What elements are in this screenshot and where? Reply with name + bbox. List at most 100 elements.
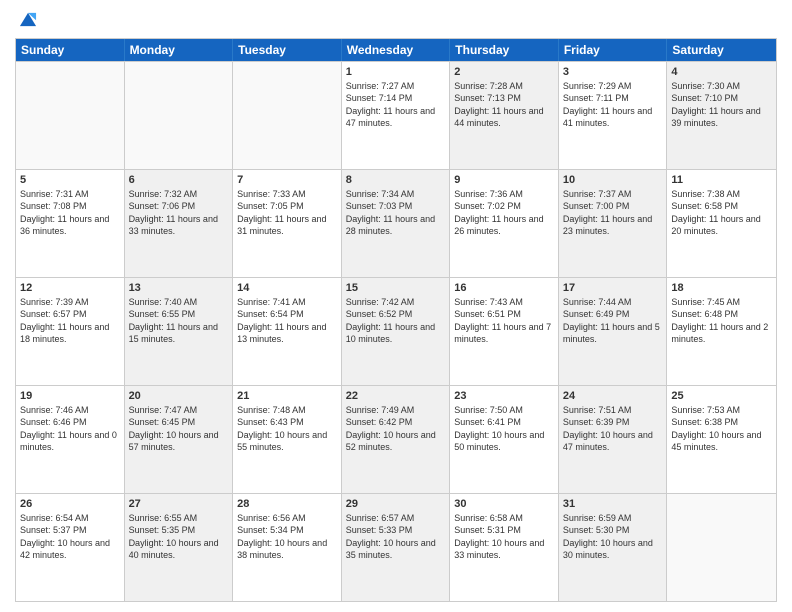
calendar-cell: 4Sunrise: 7:30 AM Sunset: 7:10 PM Daylig…: [667, 62, 776, 169]
calendar-cell: 17Sunrise: 7:44 AM Sunset: 6:49 PM Dayli…: [559, 278, 668, 385]
calendar-cell: [667, 494, 776, 601]
day-number: 21: [237, 389, 337, 403]
logo-icon: [17, 10, 39, 32]
calendar-cell: 7Sunrise: 7:33 AM Sunset: 7:05 PM Daylig…: [233, 170, 342, 277]
cell-info: Sunrise: 7:41 AM Sunset: 6:54 PM Dayligh…: [237, 296, 337, 345]
cell-info: Sunrise: 7:48 AM Sunset: 6:43 PM Dayligh…: [237, 404, 337, 453]
calendar-week-3: 19Sunrise: 7:46 AM Sunset: 6:46 PM Dayli…: [16, 385, 776, 493]
cell-info: Sunrise: 7:43 AM Sunset: 6:51 PM Dayligh…: [454, 296, 554, 345]
calendar-cell: 10Sunrise: 7:37 AM Sunset: 7:00 PM Dayli…: [559, 170, 668, 277]
day-number: 1: [346, 65, 446, 79]
header-cell-thursday: Thursday: [450, 39, 559, 61]
day-number: 22: [346, 389, 446, 403]
day-number: 30: [454, 497, 554, 511]
calendar-week-4: 26Sunrise: 6:54 AM Sunset: 5:37 PM Dayli…: [16, 493, 776, 601]
cell-info: Sunrise: 7:28 AM Sunset: 7:13 PM Dayligh…: [454, 80, 554, 129]
cell-info: Sunrise: 6:59 AM Sunset: 5:30 PM Dayligh…: [563, 512, 663, 561]
calendar-cell: [125, 62, 234, 169]
day-number: 5: [20, 173, 120, 187]
day-number: 20: [129, 389, 229, 403]
day-number: 6: [129, 173, 229, 187]
cell-info: Sunrise: 7:34 AM Sunset: 7:03 PM Dayligh…: [346, 188, 446, 237]
calendar-cell: 12Sunrise: 7:39 AM Sunset: 6:57 PM Dayli…: [16, 278, 125, 385]
calendar-cell: 15Sunrise: 7:42 AM Sunset: 6:52 PM Dayli…: [342, 278, 451, 385]
cell-info: Sunrise: 7:46 AM Sunset: 6:46 PM Dayligh…: [20, 404, 120, 453]
page: SundayMondayTuesdayWednesdayThursdayFrid…: [0, 0, 792, 612]
cell-info: Sunrise: 7:27 AM Sunset: 7:14 PM Dayligh…: [346, 80, 446, 129]
calendar-week-0: 1Sunrise: 7:27 AM Sunset: 7:14 PM Daylig…: [16, 61, 776, 169]
cell-info: Sunrise: 7:45 AM Sunset: 6:48 PM Dayligh…: [671, 296, 772, 345]
header-cell-sunday: Sunday: [16, 39, 125, 61]
day-number: 18: [671, 281, 772, 295]
day-number: 27: [129, 497, 229, 511]
cell-info: Sunrise: 6:54 AM Sunset: 5:37 PM Dayligh…: [20, 512, 120, 561]
calendar-cell: 9Sunrise: 7:36 AM Sunset: 7:02 PM Daylig…: [450, 170, 559, 277]
calendar-cell: 13Sunrise: 7:40 AM Sunset: 6:55 PM Dayli…: [125, 278, 234, 385]
cell-info: Sunrise: 7:38 AM Sunset: 6:58 PM Dayligh…: [671, 188, 772, 237]
calendar-cell: 26Sunrise: 6:54 AM Sunset: 5:37 PM Dayli…: [16, 494, 125, 601]
calendar-cell: 23Sunrise: 7:50 AM Sunset: 6:41 PM Dayli…: [450, 386, 559, 493]
calendar-cell: 30Sunrise: 6:58 AM Sunset: 5:31 PM Dayli…: [450, 494, 559, 601]
cell-info: Sunrise: 7:51 AM Sunset: 6:39 PM Dayligh…: [563, 404, 663, 453]
cell-info: Sunrise: 6:58 AM Sunset: 5:31 PM Dayligh…: [454, 512, 554, 561]
calendar-cell: 6Sunrise: 7:32 AM Sunset: 7:06 PM Daylig…: [125, 170, 234, 277]
cell-info: Sunrise: 7:31 AM Sunset: 7:08 PM Dayligh…: [20, 188, 120, 237]
day-number: 10: [563, 173, 663, 187]
day-number: 23: [454, 389, 554, 403]
day-number: 11: [671, 173, 772, 187]
header-cell-friday: Friday: [559, 39, 668, 61]
day-number: 29: [346, 497, 446, 511]
calendar-cell: [233, 62, 342, 169]
header-cell-wednesday: Wednesday: [342, 39, 451, 61]
calendar-week-2: 12Sunrise: 7:39 AM Sunset: 6:57 PM Dayli…: [16, 277, 776, 385]
calendar-cell: 29Sunrise: 6:57 AM Sunset: 5:33 PM Dayli…: [342, 494, 451, 601]
calendar-cell: 1Sunrise: 7:27 AM Sunset: 7:14 PM Daylig…: [342, 62, 451, 169]
calendar-cell: 21Sunrise: 7:48 AM Sunset: 6:43 PM Dayli…: [233, 386, 342, 493]
cell-info: Sunrise: 7:49 AM Sunset: 6:42 PM Dayligh…: [346, 404, 446, 453]
day-number: 9: [454, 173, 554, 187]
day-number: 12: [20, 281, 120, 295]
cell-info: Sunrise: 7:53 AM Sunset: 6:38 PM Dayligh…: [671, 404, 772, 453]
cell-info: Sunrise: 7:36 AM Sunset: 7:02 PM Dayligh…: [454, 188, 554, 237]
calendar-cell: 14Sunrise: 7:41 AM Sunset: 6:54 PM Dayli…: [233, 278, 342, 385]
calendar-cell: 2Sunrise: 7:28 AM Sunset: 7:13 PM Daylig…: [450, 62, 559, 169]
calendar-cell: 28Sunrise: 6:56 AM Sunset: 5:34 PM Dayli…: [233, 494, 342, 601]
calendar-cell: 22Sunrise: 7:49 AM Sunset: 6:42 PM Dayli…: [342, 386, 451, 493]
day-number: 19: [20, 389, 120, 403]
cell-info: Sunrise: 7:39 AM Sunset: 6:57 PM Dayligh…: [20, 296, 120, 345]
calendar-cell: 3Sunrise: 7:29 AM Sunset: 7:11 PM Daylig…: [559, 62, 668, 169]
cell-info: Sunrise: 7:29 AM Sunset: 7:11 PM Dayligh…: [563, 80, 663, 129]
cell-info: Sunrise: 7:50 AM Sunset: 6:41 PM Dayligh…: [454, 404, 554, 453]
calendar-cell: 20Sunrise: 7:47 AM Sunset: 6:45 PM Dayli…: [125, 386, 234, 493]
calendar-cell: 25Sunrise: 7:53 AM Sunset: 6:38 PM Dayli…: [667, 386, 776, 493]
calendar-cell: 16Sunrise: 7:43 AM Sunset: 6:51 PM Dayli…: [450, 278, 559, 385]
cell-info: Sunrise: 7:42 AM Sunset: 6:52 PM Dayligh…: [346, 296, 446, 345]
calendar-cell: 5Sunrise: 7:31 AM Sunset: 7:08 PM Daylig…: [16, 170, 125, 277]
cell-info: Sunrise: 7:37 AM Sunset: 7:00 PM Dayligh…: [563, 188, 663, 237]
day-number: 2: [454, 65, 554, 79]
day-number: 17: [563, 281, 663, 295]
calendar-body: 1Sunrise: 7:27 AM Sunset: 7:14 PM Daylig…: [16, 61, 776, 601]
calendar-cell: 31Sunrise: 6:59 AM Sunset: 5:30 PM Dayli…: [559, 494, 668, 601]
header-cell-saturday: Saturday: [667, 39, 776, 61]
cell-info: Sunrise: 6:56 AM Sunset: 5:34 PM Dayligh…: [237, 512, 337, 561]
calendar-cell: [16, 62, 125, 169]
cell-info: Sunrise: 7:47 AM Sunset: 6:45 PM Dayligh…: [129, 404, 229, 453]
cell-info: Sunrise: 7:33 AM Sunset: 7:05 PM Dayligh…: [237, 188, 337, 237]
calendar-cell: 27Sunrise: 6:55 AM Sunset: 5:35 PM Dayli…: [125, 494, 234, 601]
cell-info: Sunrise: 7:44 AM Sunset: 6:49 PM Dayligh…: [563, 296, 663, 345]
calendar-header-row: SundayMondayTuesdayWednesdayThursdayFrid…: [16, 39, 776, 61]
day-number: 4: [671, 65, 772, 79]
day-number: 16: [454, 281, 554, 295]
day-number: 7: [237, 173, 337, 187]
day-number: 26: [20, 497, 120, 511]
calendar-cell: 19Sunrise: 7:46 AM Sunset: 6:46 PM Dayli…: [16, 386, 125, 493]
logo: [15, 10, 39, 32]
cell-info: Sunrise: 7:40 AM Sunset: 6:55 PM Dayligh…: [129, 296, 229, 345]
day-number: 13: [129, 281, 229, 295]
calendar-week-1: 5Sunrise: 7:31 AM Sunset: 7:08 PM Daylig…: [16, 169, 776, 277]
calendar-cell: 8Sunrise: 7:34 AM Sunset: 7:03 PM Daylig…: [342, 170, 451, 277]
header-cell-monday: Monday: [125, 39, 234, 61]
cell-info: Sunrise: 6:57 AM Sunset: 5:33 PM Dayligh…: [346, 512, 446, 561]
cell-info: Sunrise: 7:30 AM Sunset: 7:10 PM Dayligh…: [671, 80, 772, 129]
